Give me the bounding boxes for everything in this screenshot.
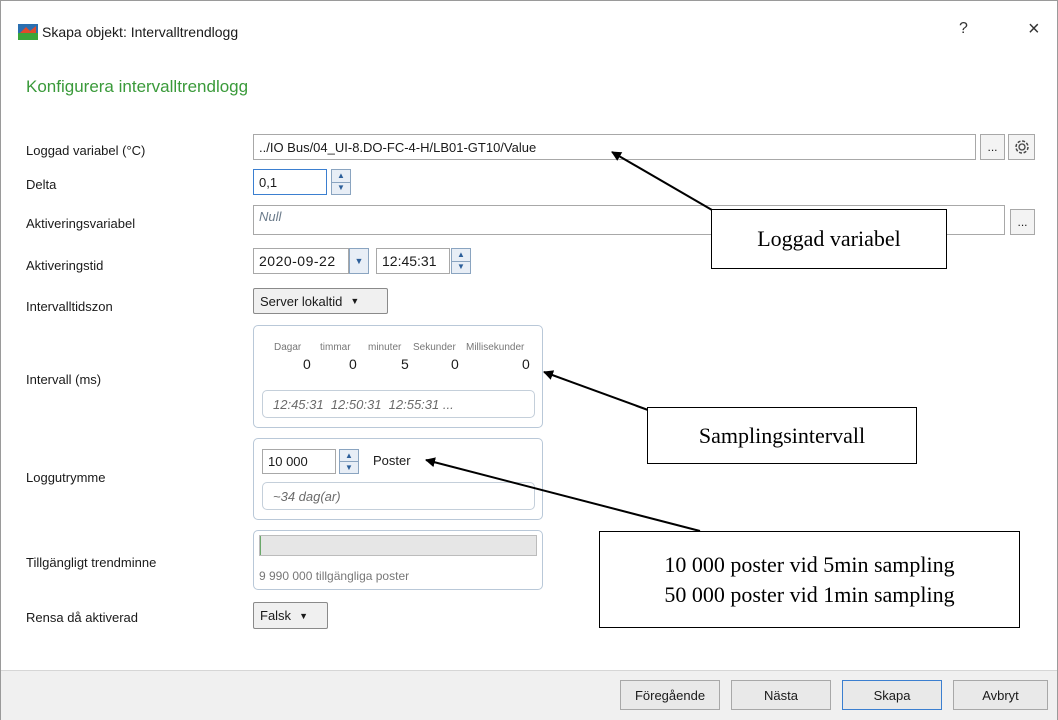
callout-poster: 10 000 poster vid 5min sampling 50 000 p…: [599, 531, 1020, 628]
create-button[interactable]: Skapa: [842, 680, 942, 710]
arrow-to-intervall: [543, 370, 649, 411]
callout-poster-line2: 50 000 poster vid 1min sampling: [664, 581, 955, 607]
cancel-button[interactable]: Avbryt: [953, 680, 1048, 710]
previous-button[interactable]: Föregående: [620, 680, 720, 710]
arrow-to-loggad: [611, 151, 713, 211]
callout-samplingsintervall: Samplingsintervall: [647, 407, 917, 464]
next-button[interactable]: Nästa: [731, 680, 831, 710]
callout-loggad-variabel: Loggad variabel: [711, 209, 947, 269]
callout-poster-line1: 10 000 poster vid 5min sampling: [664, 551, 955, 577]
arrow-to-poster: [425, 457, 701, 532]
